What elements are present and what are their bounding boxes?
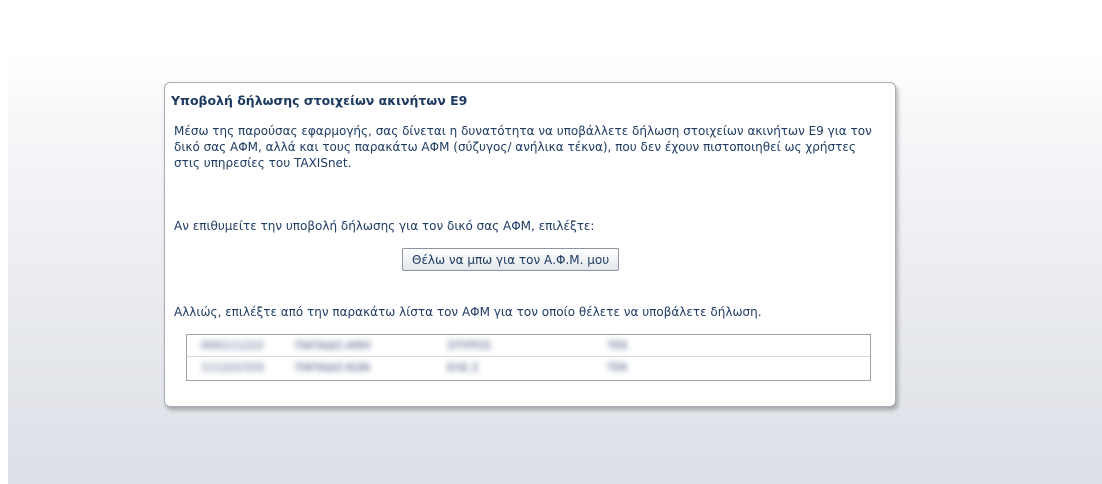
panel-title: Υποβολή δήλωσης στοιχείων ακινήτων Ε9	[171, 93, 468, 108]
afm-cell-afm: 111222333	[201, 361, 264, 374]
afm-cell-surname: ΠΑΠΑΔΟ.ΚΩΝ	[295, 361, 371, 374]
afm-list: 000111222 ΠΑΠΑΔΟ.ΑΘΗ ΣΠΥΡΟΣ ΤΕΚ 11122233…	[186, 334, 871, 381]
afm-cell-name: ΣΠΥΡΟΣ	[447, 339, 492, 352]
intro-text: Μέσω της παρούσας εφαρμογής, σας δίνεται…	[174, 124, 872, 170]
panel-body: Μέσω της παρούσας εφαρμογής, σας δίνεται…	[174, 123, 874, 319]
afm-list-prompt: Αλλιώς, επιλέξτε από την παρακάτω λίστα …	[174, 305, 762, 319]
afm-cell-relation: ΤΕΚ	[607, 339, 628, 352]
afm-cell-afm: 000111222	[201, 339, 264, 352]
afm-cell-surname: ΠΑΠΑΔΟ.ΑΘΗ	[295, 339, 371, 352]
own-afm-prompt: Αν επιθυμείτε την υποβολή δήλωσης για το…	[174, 219, 595, 233]
afm-list-row[interactable]: 111222333 ΠΑΠΑΔΟ.ΚΩΝ ΕΛΕ.Σ ΤΕΚ	[187, 357, 870, 379]
own-afm-button[interactable]: Θέλω να μπω για τον Α.Φ.Μ. μου	[402, 248, 620, 271]
e9-declaration-panel: Υποβολή δήλωσης στοιχείων ακινήτων Ε9 Μέ…	[164, 82, 896, 407]
afm-cell-relation: ΤΕΚ	[607, 361, 628, 374]
afm-list-row[interactable]: 000111222 ΠΑΠΑΔΟ.ΑΘΗ ΣΠΥΡΟΣ ΤΕΚ	[187, 335, 870, 357]
afm-cell-name: ΕΛΕ.Σ	[447, 361, 479, 374]
